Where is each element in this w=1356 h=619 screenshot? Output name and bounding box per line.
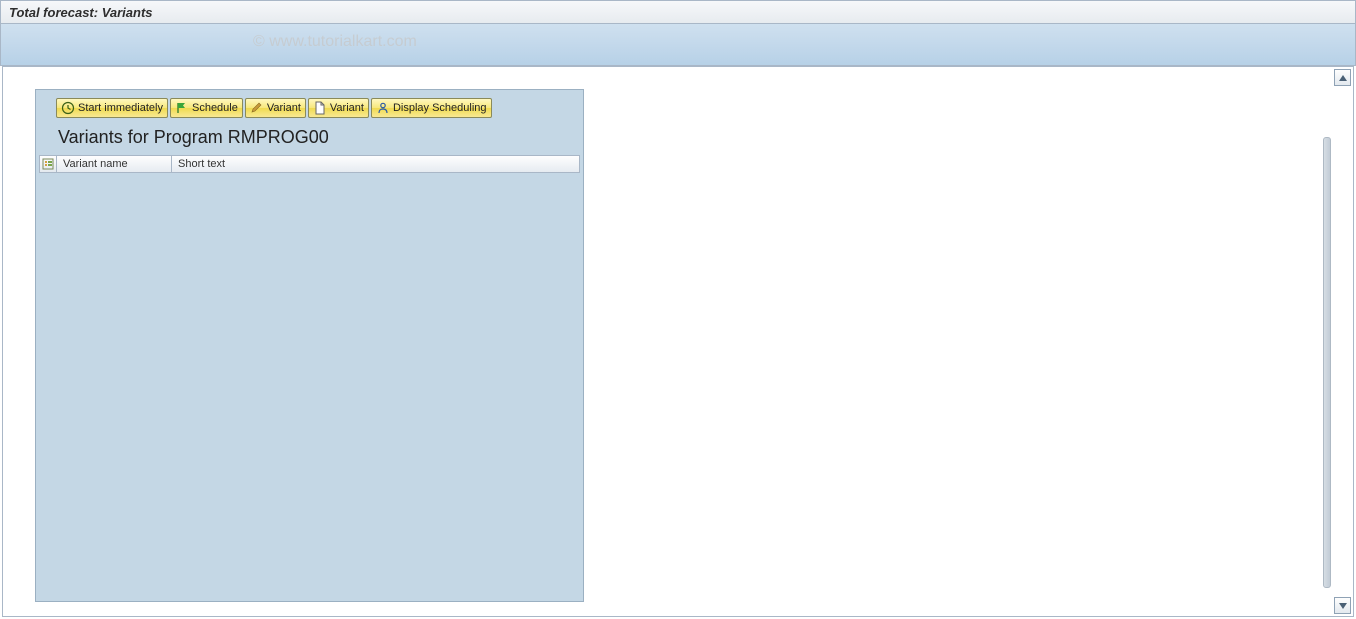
column-header-short-text[interactable]: Short text <box>172 155 580 173</box>
button-label: Start immediately <box>78 102 163 114</box>
panel-toolbar: Start immediately Schedule Variant Varia… <box>56 98 492 118</box>
table-header-row: Variant name Short text <box>39 155 580 173</box>
start-immediately-button[interactable]: Start immediately <box>56 98 168 118</box>
column-label: Variant name <box>63 158 128 170</box>
variants-panel: Start immediately Schedule Variant Varia… <box>35 89 584 602</box>
application-toolbar-area: © www.tutorialkart.com <box>0 24 1356 66</box>
button-label: Variant <box>267 102 301 114</box>
page-title: Total forecast: Variants <box>9 5 153 20</box>
clock-icon <box>61 101 75 115</box>
pencil-icon <box>250 101 264 115</box>
panel-title: Variants for Program RMPROG00 <box>58 127 329 148</box>
button-label: Display Scheduling <box>393 102 487 114</box>
display-scheduling-button[interactable]: Display Scheduling <box>371 98 492 118</box>
button-label: Variant <box>330 102 364 114</box>
schedule-button[interactable]: Schedule <box>170 98 243 118</box>
button-label: Schedule <box>192 102 238 114</box>
vertical-scrollbar[interactable] <box>1323 137 1331 588</box>
column-label: Short text <box>178 158 225 170</box>
select-all-cell[interactable] <box>39 155 57 173</box>
watermark-text: © www.tutorialkart.com <box>253 33 417 51</box>
variant-edit-button[interactable]: Variant <box>245 98 306 118</box>
scroll-up-button[interactable] <box>1334 69 1351 86</box>
column-header-variant-name[interactable]: Variant name <box>57 155 172 173</box>
chevron-up-icon <box>1339 75 1347 81</box>
content-area: Start immediately Schedule Variant Varia… <box>2 66 1354 617</box>
variant-create-button[interactable]: Variant <box>308 98 369 118</box>
select-all-icon <box>42 158 54 170</box>
flag-icon <box>175 101 189 115</box>
title-bar: Total forecast: Variants <box>0 0 1356 24</box>
scroll-down-button[interactable] <box>1334 597 1351 614</box>
document-icon <box>313 101 327 115</box>
user-scheduling-icon <box>376 101 390 115</box>
chevron-down-icon <box>1339 603 1347 609</box>
